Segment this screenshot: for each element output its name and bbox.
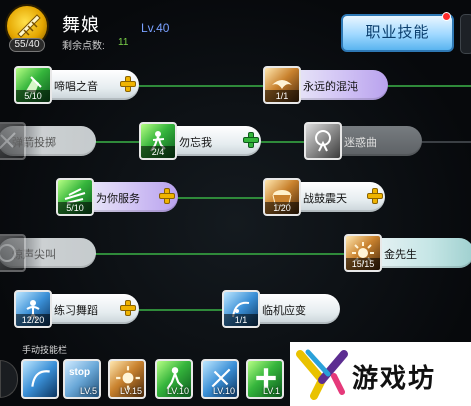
connector-line bbox=[135, 309, 225, 311]
watermark-logo-icon bbox=[296, 349, 348, 400]
skill-level: 2/4 bbox=[141, 146, 175, 158]
connector-line bbox=[95, 253, 345, 255]
skill-node[interactable]: 练习舞蹈 12/20 bbox=[14, 290, 139, 328]
hotbar-slot[interactable]: LV.10 bbox=[201, 359, 239, 399]
hotbar-slot[interactable]: stop LV.5 bbox=[63, 359, 101, 399]
hotbar-slot[interactable]: LV.1 bbox=[246, 359, 284, 399]
slot-level: LV.10 bbox=[166, 386, 189, 396]
stop-icon: stop bbox=[69, 367, 91, 378]
add-skill-point-button[interactable] bbox=[243, 132, 259, 148]
header: 55/40 舞娘 Lv.40 剩余点数: 11 职业技能 bbox=[0, 0, 471, 56]
skill-icon: 5/10 bbox=[14, 66, 52, 104]
add-skill-point-button[interactable] bbox=[159, 188, 175, 204]
skill-icon bbox=[0, 122, 26, 160]
figure-icon bbox=[315, 130, 331, 152]
connector-line bbox=[135, 85, 265, 87]
skill-icon: 1/20 bbox=[263, 178, 301, 216]
slot-level: LV.1 bbox=[262, 386, 280, 396]
hotbar-slot[interactable]: LV.10 bbox=[155, 359, 193, 399]
hotbar-slot[interactable]: LV.15 bbox=[108, 359, 146, 399]
skill-icon: 2/4 bbox=[139, 122, 177, 160]
add-skill-point-button[interactable] bbox=[120, 300, 136, 316]
skill-level: 1/1 bbox=[265, 90, 299, 102]
hotbar-slot[interactable] bbox=[21, 359, 59, 399]
skill-name: 临机应变 bbox=[262, 305, 306, 317]
character-level: Lv.40 bbox=[141, 21, 170, 35]
skill-name: 练习舞蹈 bbox=[54, 305, 98, 317]
skill-icon bbox=[304, 122, 342, 160]
slot-level: LV.15 bbox=[119, 386, 142, 396]
class-name: 舞娘 bbox=[62, 15, 100, 35]
watermark-text: 游戏坊 bbox=[352, 363, 437, 393]
skill-level: 12/20 bbox=[16, 314, 50, 326]
skill-node[interactable]: 战鼓震天 1/20 bbox=[263, 178, 385, 216]
connector-line bbox=[258, 141, 308, 143]
skill-level: 1/20 bbox=[265, 202, 299, 214]
skill-icon: 1/1 bbox=[222, 290, 260, 328]
side-panel-tab[interactable] bbox=[460, 14, 471, 54]
skill-name: 战鼓震天 bbox=[303, 193, 347, 205]
slot-level: LV.10 bbox=[212, 386, 235, 396]
skill-name: 勿忘我 bbox=[179, 137, 212, 149]
skill-level: 5/10 bbox=[16, 90, 50, 102]
class-skill-button[interactable]: 职业技能 bbox=[341, 14, 454, 52]
add-skill-point-button[interactable] bbox=[120, 76, 136, 92]
skill-node[interactable]: 惊声尖叫 bbox=[0, 234, 98, 272]
skill-name: 金先生 bbox=[384, 249, 417, 261]
connector-line bbox=[385, 85, 471, 87]
skill-tree-screen: 55/40 舞娘 Lv.40 剩余点数: 11 职业技能 啼唱之音 5/10 永… bbox=[0, 0, 471, 406]
skill-icon: 5/10 bbox=[56, 178, 94, 216]
scream-icon bbox=[0, 244, 16, 262]
skill-icon bbox=[0, 234, 26, 272]
skill-node[interactable]: 啼唱之音 5/10 bbox=[14, 66, 139, 104]
connector-line bbox=[420, 141, 471, 143]
remaining-points-value: 11 bbox=[118, 37, 129, 48]
skill-name: 迷惑曲 bbox=[344, 137, 377, 149]
skill-node[interactable]: 弹箭投掷 bbox=[0, 122, 98, 160]
skill-level: 15/15 bbox=[346, 258, 380, 270]
skill-icon: 12/20 bbox=[14, 290, 52, 328]
watermark: 游戏坊 bbox=[290, 342, 471, 406]
skill-level: 5/10 bbox=[58, 202, 92, 214]
whip-icon bbox=[31, 370, 50, 387]
connector-line bbox=[95, 141, 140, 143]
skill-points-count: 55/40 bbox=[9, 38, 45, 52]
skill-icon: 15/15 bbox=[344, 234, 382, 272]
skill-node[interactable]: 勿忘我 2/4 bbox=[139, 122, 261, 160]
skill-name: 为你服务 bbox=[96, 193, 140, 205]
remaining-points-label: 剩余点数: bbox=[62, 41, 105, 52]
skill-node[interactable]: 临机应变 1/1 bbox=[222, 290, 340, 328]
skill-level: 1/1 bbox=[224, 314, 258, 326]
hotbar-toggle-tab[interactable] bbox=[0, 360, 18, 398]
skill-node[interactable]: 迷惑曲 bbox=[304, 122, 422, 160]
hotbar-title: 手动技能栏 bbox=[22, 345, 68, 355]
slot-level: LV.5 bbox=[79, 386, 97, 396]
skill-icon: 1/1 bbox=[263, 66, 301, 104]
crossbow-icon bbox=[0, 132, 16, 150]
skill-node[interactable]: 金先生 15/15 bbox=[344, 234, 471, 272]
notification-dot bbox=[442, 12, 451, 21]
skill-name: 啼唱之音 bbox=[54, 81, 98, 93]
add-skill-point-button[interactable] bbox=[367, 188, 383, 204]
skill-points-medallion: 55/40 bbox=[5, 4, 49, 52]
skill-node[interactable]: 永远的混沌 1/1 bbox=[263, 66, 388, 104]
skill-node[interactable]: 为你服务 5/10 bbox=[56, 178, 178, 216]
skill-name: 永远的混沌 bbox=[303, 81, 358, 93]
connector-line bbox=[175, 197, 265, 199]
